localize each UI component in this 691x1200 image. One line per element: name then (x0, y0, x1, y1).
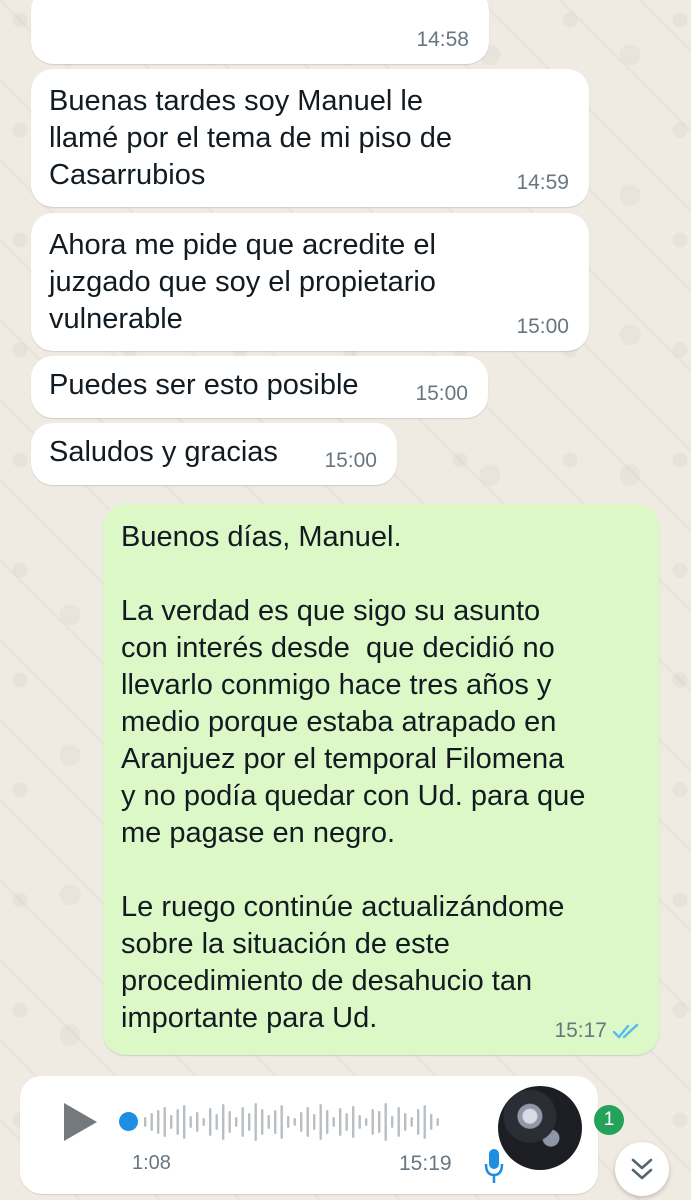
waveform-bar (150, 1113, 153, 1131)
waveform-bar (300, 1112, 303, 1132)
waveform-bar (423, 1105, 426, 1139)
message-bubble-incoming[interactable]: Saludos y gracias 15:00 (31, 423, 397, 485)
waveform-bar (248, 1113, 251, 1131)
message-time: 15:00 (415, 382, 468, 405)
waveform-bar (436, 1118, 439, 1126)
waveform-bar (287, 1116, 290, 1128)
waveform-bar (417, 1109, 420, 1135)
waveform-bar (306, 1107, 309, 1137)
microphone-icon (484, 1149, 504, 1183)
waveform-bar (157, 1110, 160, 1134)
waveform-bar (352, 1106, 355, 1138)
waveform-bar (228, 1111, 231, 1133)
message-bubble-outgoing[interactable]: Buenos días, Manuel. La verdad es que si… (103, 504, 659, 1055)
message-time: 15:17 (554, 1019, 607, 1042)
waveform-bar (371, 1109, 374, 1135)
waveform-bar (261, 1109, 264, 1135)
waveform-bar (410, 1117, 413, 1127)
waveform-bar (274, 1110, 277, 1134)
waveform-bar (254, 1103, 257, 1141)
message-time: 14:59 (516, 171, 569, 194)
message-text: Buenas tardes soy Manuel le llamé por el… (49, 85, 452, 191)
scroll-to-bottom-button[interactable] (615, 1142, 669, 1196)
voice-duration: 1:08 (132, 1152, 171, 1174)
message-time: 15:00 (516, 315, 569, 338)
waveform-bar (332, 1117, 335, 1127)
message-text: Saludos y gracias (49, 436, 278, 468)
waveform-bar (209, 1108, 212, 1136)
message-time: 15:00 (324, 449, 377, 472)
message-bubble-incoming[interactable]: Buenas tardes soy Manuel le llamé por el… (31, 69, 589, 207)
waveform-bar (397, 1107, 400, 1137)
message-bubble-incoming[interactable]: Puedes ser esto posible 15:00 (31, 356, 488, 418)
waveform-bar (384, 1103, 387, 1141)
waveform-bar (430, 1114, 433, 1130)
waveform-bar (404, 1113, 407, 1131)
voice-note-bubble[interactable]: 1:08 15:19 (20, 1076, 598, 1194)
waveform-bar (293, 1118, 296, 1126)
double-chevron-down-icon (631, 1158, 653, 1180)
waveform-bar (183, 1105, 186, 1139)
sender-avatar[interactable] (498, 1086, 582, 1170)
waveform-bar (202, 1118, 205, 1126)
waveform-bar (215, 1114, 218, 1130)
waveform-bar (235, 1117, 238, 1127)
waveform-bar (267, 1115, 270, 1129)
waveform-bar (163, 1107, 166, 1137)
message-text: Ahora me pide que acredite el juzgado qu… (49, 229, 436, 335)
waveform-bar (170, 1115, 173, 1129)
voice-note-time: 15:19 (399, 1152, 452, 1175)
message-text: Buenos días, Manuel. La verdad es que si… (121, 521, 586, 1034)
message-time: 14:58 (416, 28, 469, 51)
waveform-bar (313, 1114, 316, 1130)
waveform-bar (241, 1107, 244, 1137)
waveform-bar (358, 1115, 361, 1129)
waveform-bar (378, 1111, 381, 1133)
waveform-bar (280, 1105, 283, 1139)
waveform-bar (365, 1118, 368, 1126)
waveform-bar (319, 1104, 322, 1140)
message-bubble-incoming[interactable]: Ahora me pide que acredite el juzgado qu… (31, 213, 589, 351)
waveform-bar (345, 1113, 348, 1131)
audio-waveform[interactable] (132, 1100, 442, 1144)
message-bubble-incoming[interactable]: 14:58 (31, 0, 489, 64)
waveform-bar (391, 1116, 394, 1128)
message-text: Puedes ser esto posible (49, 369, 359, 401)
waveform-bar (196, 1112, 199, 1132)
waveform-bar (339, 1108, 342, 1136)
waveform-bar (176, 1109, 179, 1135)
unread-count-badge: 1 (594, 1105, 624, 1135)
waveform-bar (189, 1116, 192, 1128)
play-icon[interactable] (64, 1103, 97, 1141)
double-check-icon (613, 1023, 639, 1039)
waveform-bar (144, 1117, 147, 1127)
waveform-bar (222, 1104, 225, 1140)
waveform-bar (326, 1110, 329, 1134)
playback-position-handle[interactable] (119, 1112, 138, 1131)
